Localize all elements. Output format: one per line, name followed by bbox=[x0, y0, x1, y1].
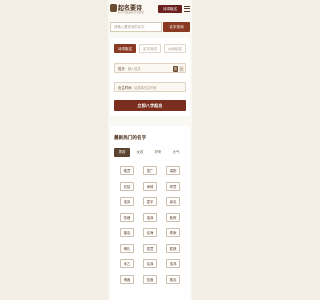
birth-time-field[interactable]: 出生时间 请选择出生时间 bbox=[114, 82, 186, 92]
surname-placeholder: 输入姓氏 bbox=[128, 67, 141, 71]
name-chip[interactable]: 希雨 bbox=[166, 228, 180, 237]
name-chip[interactable]: 博鑫 bbox=[120, 274, 134, 284]
search-input[interactable] bbox=[110, 22, 162, 32]
birth-time-label: 出生时间 bbox=[118, 86, 132, 90]
logo-icon[interactable] bbox=[110, 4, 117, 12]
name-chip[interactable]: 皓泓 bbox=[166, 274, 180, 284]
birth-time-placeholder: 请选择出生时间 bbox=[134, 86, 157, 90]
sex-male-button[interactable]: 男 bbox=[173, 66, 178, 72]
search-button[interactable]: 名字查询 bbox=[163, 22, 190, 32]
hot-names-section: 最新热门的名字 男孩 女孩 好听 大气 皓萱 墨广 瑞阳亚铭 承晴 梓萱浩岚 墨宇 景泓凯峰… bbox=[110, 126, 190, 300]
name-chip[interactable]: 景泓 bbox=[166, 197, 180, 206]
page: 起名要诗 名字诗意美好宝宝起名 诗词取名 名字查询 诗词取名 名字测试 大师起名… bbox=[108, 0, 192, 300]
name-chip[interactable]: 浩泽 bbox=[143, 212, 157, 222]
name-chip[interactable]: 紫煦 bbox=[166, 212, 180, 222]
search-bar: 名字查询 bbox=[110, 22, 190, 32]
header-action-button[interactable]: 诗词取名 bbox=[158, 5, 182, 13]
tab-master-naming[interactable]: 大师起名 bbox=[164, 44, 186, 53]
tab-grand[interactable]: 大气 bbox=[168, 148, 184, 157]
name-chip[interactable]: 胜祺 bbox=[166, 243, 180, 253]
surname-field[interactable]: 姓氏 输入姓氏 男 女 bbox=[114, 63, 186, 73]
name-chip[interactable]: 米乙 bbox=[120, 259, 134, 268]
name-chip[interactable]: 皓萱 bbox=[120, 166, 134, 175]
name-chip[interactable]: 泓海 bbox=[143, 228, 157, 237]
name-chip[interactable]: 浩鸿 bbox=[166, 259, 180, 268]
name-chip[interactable]: 宏鑫 bbox=[143, 274, 157, 284]
name-chip[interactable]: 浩岚 bbox=[120, 197, 134, 206]
name-chip[interactable]: 凯峰 bbox=[120, 212, 134, 222]
surname-label: 姓氏 bbox=[118, 67, 125, 71]
sex-female-button[interactable]: 女 bbox=[179, 66, 184, 72]
name-chip[interactable]: 亚铭 bbox=[120, 181, 134, 191]
name-chip[interactable]: 承晴 bbox=[143, 181, 157, 191]
tab-girl[interactable]: 女孩 bbox=[132, 148, 148, 157]
menu-icon[interactable] bbox=[184, 6, 190, 12]
hot-names-title: 最新热门的名字 bbox=[114, 136, 147, 141]
name-chip[interactable]: 墨萱 bbox=[143, 243, 157, 253]
naming-form: 诗词取名 名字测试 大师起名 姓氏 输入姓氏 男 女 出生时间 请选择出生时间 … bbox=[110, 38, 190, 116]
name-chip[interactable]: 梓萱 bbox=[166, 181, 180, 191]
name-chip[interactable]: 墨宇 bbox=[143, 197, 157, 206]
name-chip[interactable]: 泓泽 bbox=[143, 259, 157, 268]
name-chip[interactable]: 博礼 bbox=[120, 243, 134, 253]
site-header: 起名要诗 名字诗意美好宝宝起名 诗词取名 bbox=[108, 0, 192, 18]
tab-name-test[interactable]: 名字测试 bbox=[139, 44, 161, 53]
name-chip[interactable]: 墨广 bbox=[143, 166, 157, 175]
submit-naming-button[interactable]: 立即八字起名 bbox=[114, 100, 186, 111]
name-chip[interactable]: 瑞阳 bbox=[166, 166, 180, 175]
logo-subtitle: 名字诗意美好宝宝起名 bbox=[118, 11, 144, 14]
name-chip[interactable]: 楷泓 bbox=[120, 228, 134, 237]
tab-poem-naming[interactable]: 诗词取名 bbox=[114, 44, 136, 53]
tab-pleasant[interactable]: 好听 bbox=[150, 148, 166, 157]
tab-boy[interactable]: 男孩 bbox=[114, 148, 130, 157]
